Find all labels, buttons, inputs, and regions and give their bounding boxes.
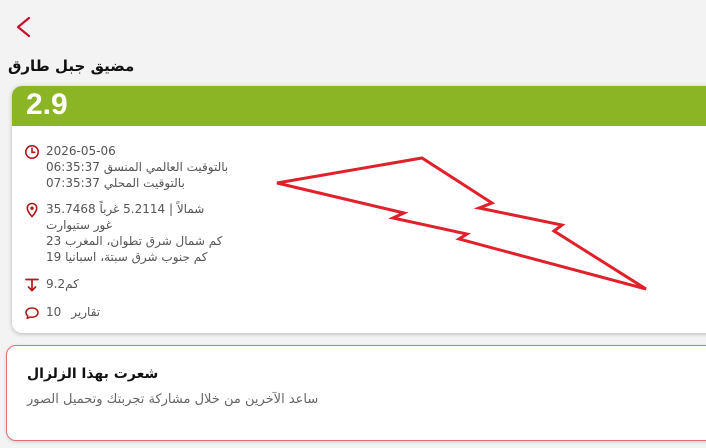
comment-icon	[25, 307, 39, 320]
reports-count: 10	[46, 305, 62, 319]
event-nearby-2: 19 كم جنوب شرق سبتة، اسبانيا	[46, 250, 208, 264]
reports-info: 10 تقارير	[24, 304, 100, 321]
event-date: 2026-05-06	[46, 144, 116, 158]
event-utc-time: 06:35:37 بالتوقيت العالمي المنسق	[46, 160, 229, 174]
lightning-bolt-icon	[276, 156, 647, 291]
event-region: غور ستيوارت	[46, 218, 113, 232]
event-nearby-1: 23 كم شمال شرق تطوان، المغرب	[46, 234, 223, 248]
felt-earthquake-card[interactable]: شعرت بهذا الزلزال ساعد الآخرين من خلال م…	[6, 345, 706, 441]
location-pin-icon	[26, 202, 38, 218]
event-depth: 9.2كم	[46, 277, 79, 291]
event-local-time: 07:35:37 بالتوقيت المحلي	[46, 176, 185, 190]
magnitude-bar: 2.9	[12, 86, 706, 126]
felt-subtitle: ساعد الآخرين من خلال مشاركة تجربتك وتحمي…	[27, 392, 319, 407]
page-title: مضيق جبل طارق	[8, 57, 135, 75]
reports-label: تقارير	[71, 305, 101, 319]
clock-icon	[25, 145, 39, 159]
depth-info: 9.2كم	[24, 276, 79, 293]
felt-title: شعرت بهذا الزلزال	[27, 366, 159, 382]
magnitude-value: 2.9	[26, 88, 68, 121]
depth-arrow-icon	[25, 278, 39, 292]
location-info: 35.7468 شمالاً | 5.2114 غرباً غور ستيوار…	[24, 201, 222, 265]
time-info: 2026-05-06 06:35:37 بالتوقيت العالمي الم…	[24, 143, 228, 191]
chevron-left-icon[interactable]	[10, 12, 40, 42]
earthquake-detail-screen: مضيق جبل طارق 2.9 2026-05-06 06:35:37 با…	[0, 0, 706, 448]
earthquake-card: 2.9 2026-05-06 06:35:37 بالتوقيت العالمي…	[12, 86, 706, 333]
event-coordinates: 35.7468 شمالاً | 5.2114 غرباً	[46, 202, 205, 216]
